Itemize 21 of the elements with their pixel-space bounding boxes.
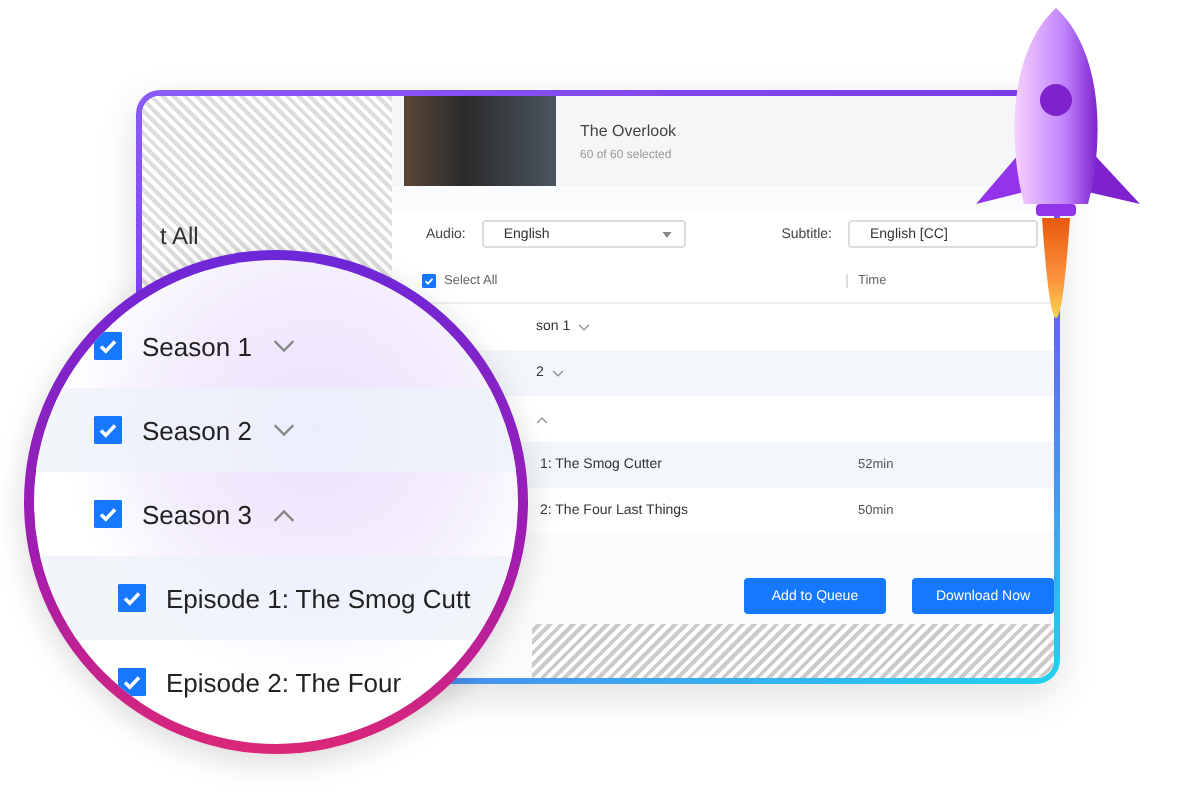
chevron-down-icon[interactable]	[271, 423, 296, 437]
flame-icon	[1042, 218, 1070, 318]
checkbox[interactable]	[118, 584, 146, 612]
chevron-up-icon[interactable]	[271, 507, 296, 521]
checkbox[interactable]	[118, 668, 146, 696]
season-label: Season 1	[142, 331, 252, 361]
season-label: Season 2	[142, 415, 252, 445]
episode-title: Episode 2: The Four	[166, 667, 402, 697]
season-label: Season 3	[142, 499, 252, 529]
chevron-up-icon[interactable]	[536, 415, 548, 423]
checkbox[interactable]	[422, 273, 436, 287]
episode-title: Episode 1: The Smog Cutt	[166, 583, 471, 613]
caret-icon	[661, 231, 672, 237]
checkbox[interactable]	[94, 416, 122, 444]
checkbox[interactable]	[94, 332, 122, 360]
chevron-down-icon[interactable]	[551, 369, 564, 377]
chevron-down-icon[interactable]	[578, 323, 591, 331]
checkbox[interactable]	[94, 500, 122, 528]
video-title: The Overlook	[580, 121, 677, 139]
chevron-down-icon[interactable]	[271, 339, 296, 353]
magnified-text-fragment: t All	[160, 222, 199, 250]
